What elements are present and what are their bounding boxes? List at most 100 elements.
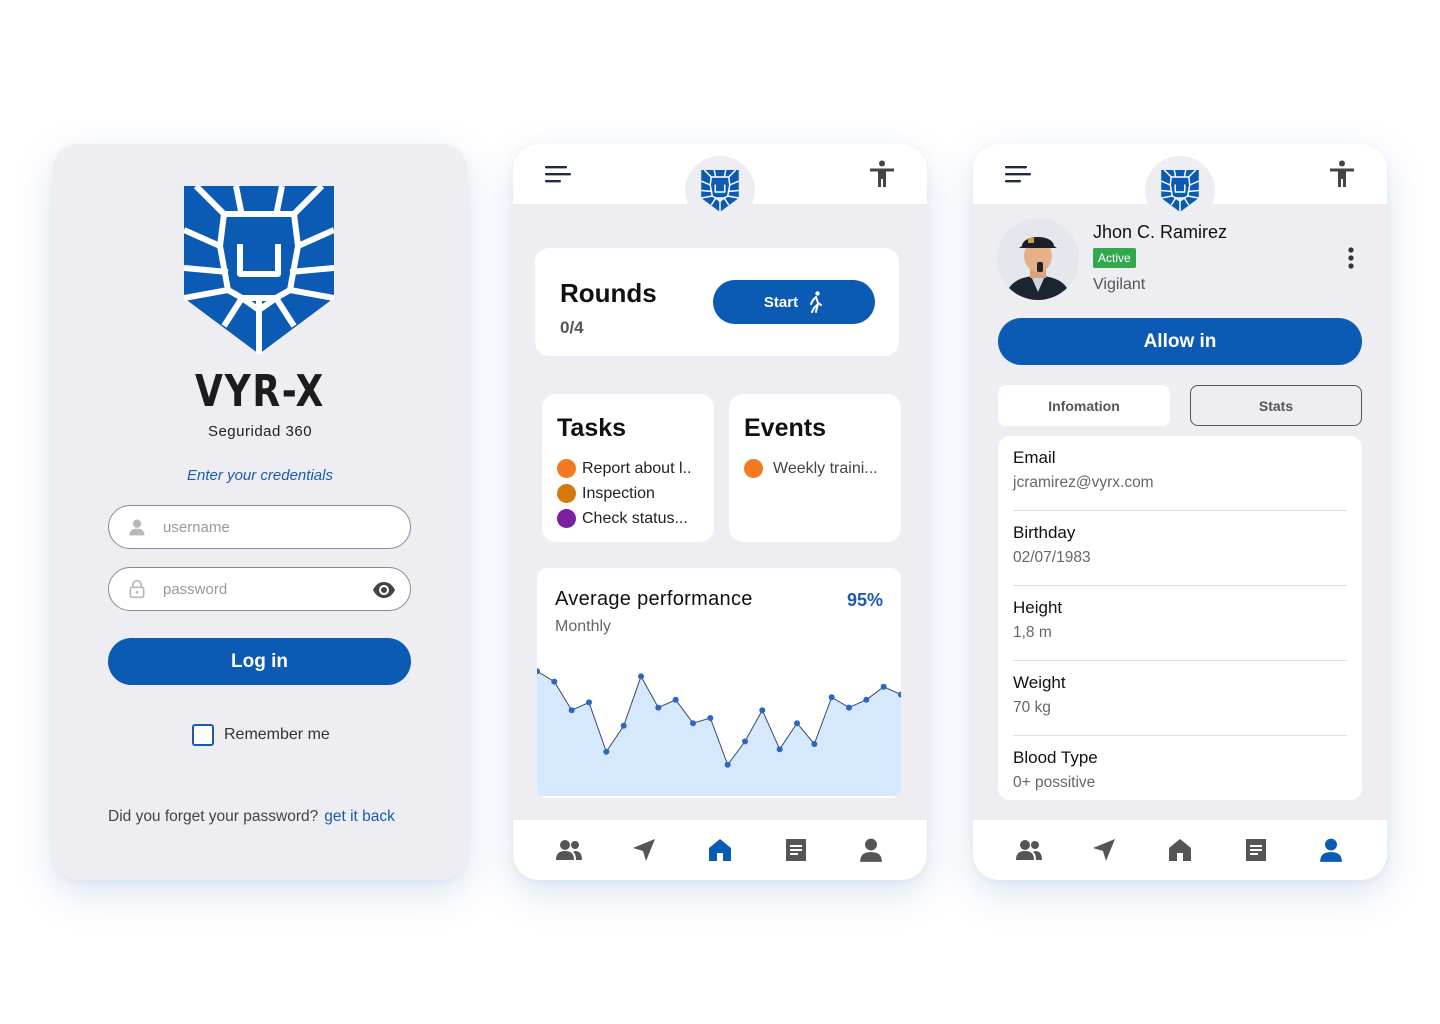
bottom-nav: [513, 820, 927, 880]
home-icon: [706, 837, 734, 863]
nav-document[interactable]: [781, 837, 811, 863]
remember-label: Remember me: [224, 726, 330, 743]
info-label: Height: [1013, 598, 1063, 617]
nav-people[interactable]: [1014, 837, 1044, 863]
lock-icon: [129, 579, 145, 599]
nav-people[interactable]: [554, 837, 584, 863]
event-item-label: Weekly traini...: [773, 459, 878, 477]
stage: VYR-X Seguridad 360 Enter your credentia…: [0, 0, 1440, 1024]
info-value: 70 kg: [1013, 699, 1051, 716]
header-logo: [685, 156, 755, 226]
chart-point: [724, 761, 731, 768]
menu-icon[interactable]: [545, 164, 571, 184]
chart-area: [537, 671, 901, 796]
remember-checkbox[interactable]: [192, 724, 214, 746]
password-field[interactable]: [108, 567, 411, 611]
chart-point: [551, 678, 558, 685]
vyrx-logo-icon: [184, 186, 334, 354]
accessibility-icon[interactable]: [869, 160, 895, 188]
accessibility-icon[interactable]: [1329, 160, 1355, 188]
forgot-text: Did you forget your password?: [108, 808, 319, 825]
info-value: 02/07/1983: [1013, 549, 1091, 566]
chart-point: [690, 720, 696, 727]
tab-stats[interactable]: Stats: [1190, 385, 1362, 426]
event-item[interactable]: Weekly traini...: [744, 456, 878, 481]
chart-point: [568, 707, 575, 714]
start-round-button[interactable]: Start: [713, 280, 875, 324]
info-value: 1,8 m: [1013, 624, 1052, 641]
chart-point: [638, 673, 644, 680]
performance-value: 95%: [846, 590, 883, 610]
info-label: Email: [1013, 448, 1056, 467]
password-input[interactable]: [163, 578, 363, 600]
info-row: Height 1,8 m: [1013, 586, 1347, 661]
tab-information[interactable]: Infomation: [998, 385, 1170, 426]
events-card[interactable]: Events Weekly traini...: [729, 394, 901, 542]
task-item[interactable]: Inspection: [557, 481, 691, 506]
chart-point: [863, 696, 870, 703]
vyrx-logo-icon: [1161, 170, 1199, 212]
document-icon: [1242, 837, 1270, 863]
status-dot-icon: [557, 484, 576, 503]
avatar[interactable]: [997, 218, 1079, 300]
chart-point: [880, 683, 887, 690]
remember-me[interactable]: Remember me: [192, 724, 330, 746]
navigation-icon: [630, 837, 658, 863]
events-title: Events: [744, 414, 826, 442]
info-row: Birthday 02/07/1983: [1013, 511, 1347, 586]
nav-home[interactable]: [705, 837, 735, 863]
person-icon: [1317, 837, 1345, 863]
profile-role: Vigilant: [1093, 276, 1146, 293]
tasks-card[interactable]: Tasks Report about l.. Inspection Check st…: [542, 394, 714, 542]
chart-point: [742, 738, 748, 745]
home-icon: [1166, 837, 1194, 863]
nav-home[interactable]: [1165, 837, 1195, 863]
nav-document[interactable]: [1241, 837, 1271, 863]
login-button[interactable]: Log in: [108, 638, 411, 685]
document-icon: [782, 837, 810, 863]
menu-icon[interactable]: [1005, 164, 1031, 184]
chart-point: [655, 704, 662, 711]
nav-navigation[interactable]: [629, 837, 659, 863]
status-dot-icon: [744, 459, 763, 478]
task-item-label: Inspection: [582, 484, 655, 502]
chart-point: [776, 746, 783, 753]
nav-person[interactable]: [856, 837, 886, 863]
info-row: Weight 70 kg: [1013, 661, 1347, 736]
performance-card: Average performance Monthly 95%: [537, 568, 901, 798]
rounds-title: Rounds: [560, 278, 657, 308]
more-options-icon[interactable]: [1347, 246, 1355, 270]
task-item[interactable]: Report about l..: [557, 456, 691, 481]
nav-navigation[interactable]: [1089, 837, 1119, 863]
user-icon: [129, 519, 145, 536]
forgot-link[interactable]: get it back: [324, 808, 395, 825]
nav-person[interactable]: [1316, 837, 1346, 863]
allow-in-button[interactable]: Allow in: [998, 318, 1362, 365]
info-value: jcramirez@vyrx.com: [1013, 474, 1154, 491]
status-badge: Active: [1093, 248, 1136, 268]
chart-point: [672, 696, 679, 703]
people-icon: [555, 837, 583, 863]
info-label: Birthday: [1013, 523, 1076, 542]
rounds-card: Rounds 0/4 Start: [535, 248, 899, 356]
task-item-label: Check status...: [582, 509, 688, 527]
performance-title: Average performance: [555, 588, 753, 610]
navigation-icon: [1090, 837, 1118, 863]
brand-subtitle: Seguridad 360: [207, 423, 313, 440]
profile-info-list: Email jcramirez@vyrx.com Birthday 02/07/198…: [998, 436, 1362, 800]
profile-screen: Jhon C. Ramirez Active Vigilant Allow in…: [973, 144, 1387, 880]
vyrx-logo-icon: [701, 170, 739, 212]
info-label: Blood Type: [1013, 748, 1098, 767]
chart-point: [828, 694, 835, 701]
rounds-count: 0/4: [560, 318, 584, 337]
chart-point: [794, 720, 800, 727]
profile-name: Jhon C. Ramirez: [1093, 222, 1228, 242]
events-list: Weekly traini...: [744, 456, 878, 481]
username-input[interactable]: [163, 516, 363, 538]
info-row: Blood Type 0+ possitive: [1013, 736, 1347, 811]
eye-icon[interactable]: [372, 579, 396, 601]
task-item[interactable]: Check status...: [557, 506, 691, 531]
info-value: 0+ possitive: [1013, 774, 1096, 791]
username-field[interactable]: [108, 505, 411, 549]
chart-point: [811, 741, 818, 747]
